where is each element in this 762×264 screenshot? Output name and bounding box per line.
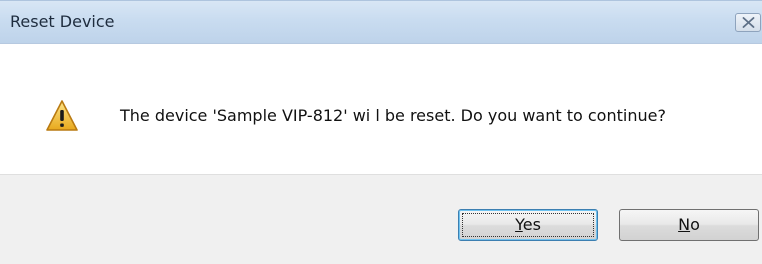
close-button[interactable] <box>735 13 761 32</box>
no-button-label: No <box>678 215 700 234</box>
yes-button-label: Yes <box>515 215 541 234</box>
title-bar: Reset Device <box>0 0 762 44</box>
no-label-rest: o <box>690 215 700 234</box>
no-mnemonic: N <box>678 215 691 234</box>
yes-label-rest: es <box>522 215 541 234</box>
no-button[interactable]: No <box>619 209 759 241</box>
warning-icon <box>46 100 78 131</box>
message-area: The device 'Sample VIP-812' wi l be rese… <box>0 44 762 174</box>
button-bar: Yes No <box>0 174 762 264</box>
close-icon <box>742 17 755 28</box>
yes-mnemonic: Y <box>515 215 523 234</box>
reset-device-dialog: Reset Device The device 'Sample VIP-812'… <box>0 0 762 264</box>
window-title: Reset Device <box>10 12 115 31</box>
yes-button[interactable]: Yes <box>458 209 598 241</box>
message-text: The device 'Sample VIP-812' wi l be rese… <box>120 106 666 125</box>
